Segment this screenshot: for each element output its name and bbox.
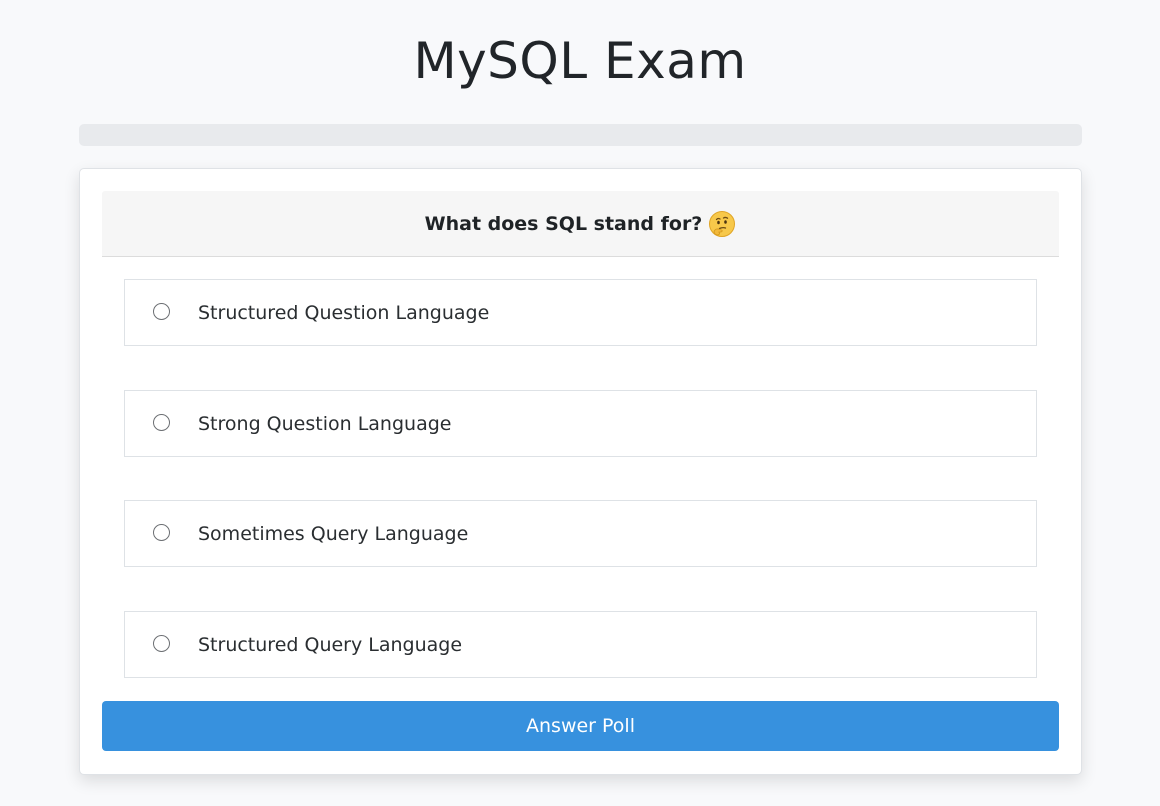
option-2[interactable]: Strong Question Language — [124, 390, 1037, 457]
page-title: MySQL Exam — [413, 32, 747, 90]
option-3[interactable]: Sometimes Query Language — [124, 500, 1037, 567]
answer-poll-button[interactable]: Answer Poll — [102, 701, 1059, 751]
exam-page: MySQL Exam What does SQL stand for? Stru — [0, 0, 1160, 806]
progress-bar — [79, 124, 1082, 146]
option-2-label: Strong Question Language — [198, 412, 452, 435]
option-1-radio[interactable] — [153, 302, 170, 320]
option-3-radio[interactable] — [153, 523, 170, 541]
option-4-radio[interactable] — [153, 634, 170, 652]
question-header: What does SQL stand for? — [102, 191, 1059, 257]
option-3-label: Sometimes Query Language — [198, 522, 469, 545]
option-4[interactable]: Structured Query Language — [124, 611, 1037, 678]
question-card: What does SQL stand for? Structured Ques… — [79, 168, 1082, 775]
thinking-face-icon — [708, 210, 736, 238]
question-text: What does SQL stand for? — [424, 212, 703, 235]
option-1[interactable]: Structured Question Language — [124, 279, 1037, 346]
option-2-radio[interactable] — [153, 413, 170, 431]
option-1-label: Structured Question Language — [198, 301, 490, 324]
option-4-label: Structured Query Language — [198, 633, 463, 656]
